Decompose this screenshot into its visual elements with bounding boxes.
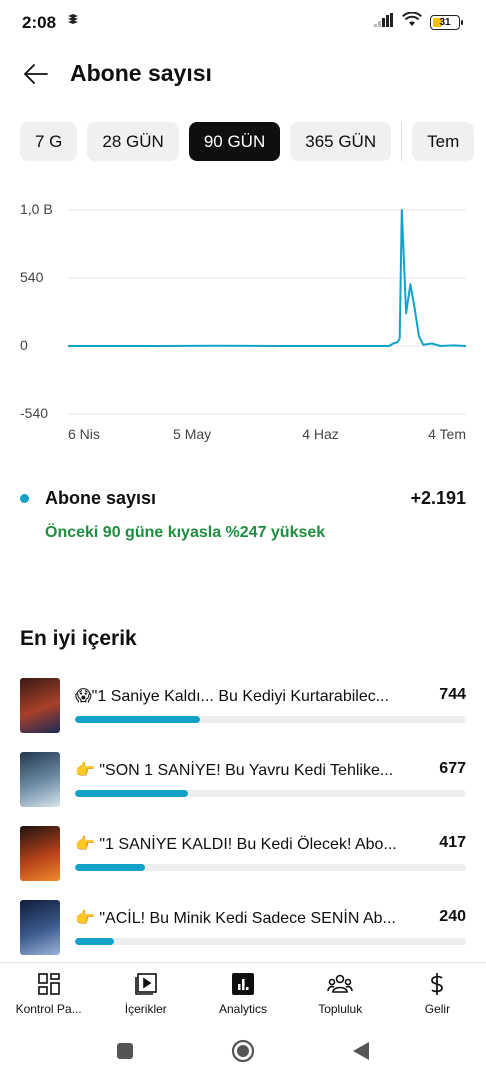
battery-icon: 31 xyxy=(430,14,463,30)
chart-plot xyxy=(68,209,467,415)
date-range-chips: 7 G 28 GÜN 90 GÜN 365 GÜN Tem xyxy=(20,122,475,161)
content-title: 👉 "1 SANİYE KALDI! Bu Kedi Ölecek! Abo..… xyxy=(75,836,397,853)
content-value: 677 xyxy=(439,760,466,777)
home-button[interactable] xyxy=(228,1036,258,1066)
system-navigation xyxy=(0,1022,486,1080)
triangle-back-icon xyxy=(353,1042,369,1060)
content-bar xyxy=(75,716,466,723)
nav-label: Analytics xyxy=(218,1002,268,1016)
content-bar xyxy=(75,864,466,871)
battery-level: 31 xyxy=(439,16,451,28)
nav-analytics[interactable]: Analytics xyxy=(194,963,291,1022)
community-icon xyxy=(327,971,354,997)
back-system-button[interactable] xyxy=(346,1036,376,1066)
content-title: 👉 "ACİL! Bu Minik Kedi Sadece SENİN Ab..… xyxy=(75,910,396,927)
nav-label: Kontrol Pa... xyxy=(15,1002,82,1016)
y-tick-label: 0 xyxy=(20,337,28,353)
status-icons: 31 xyxy=(374,11,463,32)
x-tick-label: 5 May xyxy=(173,426,212,442)
content-bar-fill xyxy=(75,864,146,871)
content-value: 240 xyxy=(439,908,466,925)
video-thumbnail xyxy=(20,826,60,881)
status-bar: 2:08 31 xyxy=(0,0,486,46)
nav-dashboard[interactable]: Kontrol Pa... xyxy=(0,963,97,1022)
chip-28-days[interactable]: 28 GÜN xyxy=(87,122,179,161)
video-thumbnail xyxy=(20,900,60,955)
nav-earn[interactable]: Gelir xyxy=(389,963,486,1022)
nav-community[interactable]: Topluluk xyxy=(292,963,389,1022)
content-icon xyxy=(133,971,159,997)
chip-365-days[interactable]: 365 GÜN xyxy=(290,122,392,161)
content-item[interactable]: 👉 "SON 1 SANİYE! Bu Yavru Kedi Tehlike..… xyxy=(20,752,466,826)
bottom-navigation: Kontrol Pa... İçerikler Analytics Toplul… xyxy=(0,962,486,1022)
chip-divider xyxy=(401,122,403,161)
top-app-bar: Abone sayısı xyxy=(0,52,486,96)
content-item[interactable]: 👉 "1 SANİYE KALDI! Bu Kedi Ölecek! Abo..… xyxy=(20,826,466,900)
chip-month[interactable]: Tem xyxy=(412,122,475,161)
content-bar-fill xyxy=(75,938,115,945)
content-bar xyxy=(75,790,466,797)
x-tick-label: 6 Nis xyxy=(68,426,100,442)
chip-90-days[interactable]: 90 GÜN xyxy=(188,122,281,161)
page-title: Abone sayısı xyxy=(70,60,212,86)
nav-content[interactable]: İçerikler xyxy=(97,963,194,1022)
series-dot xyxy=(20,494,29,503)
x-tick-label: 4 Tem xyxy=(428,426,466,442)
content-bar-fill xyxy=(75,790,189,797)
wifi-icon xyxy=(402,11,422,32)
subscriber-chart: 1,0 B 540 0 -540 6 Nis 5 May 4 Haz 4 Tem xyxy=(0,190,486,450)
earn-icon xyxy=(424,971,450,997)
signal-icon xyxy=(374,12,394,32)
notification-icon xyxy=(67,13,79,28)
top-content-title: En iyi içerik xyxy=(20,627,137,650)
video-thumbnail xyxy=(20,678,60,733)
metric-comparison: Önceki 90 güne kıyasla %247 yüksek xyxy=(45,524,326,541)
top-content-list: 😱"1 Saniye Kaldı... Bu Kediyi Kurtarabil… xyxy=(20,678,466,974)
y-tick-label: 1,0 B xyxy=(20,201,53,217)
square-icon xyxy=(117,1043,133,1059)
video-thumbnail xyxy=(20,752,60,807)
y-tick-label: 540 xyxy=(20,269,44,285)
x-tick-label: 4 Haz xyxy=(302,426,339,442)
back-button[interactable] xyxy=(18,56,54,92)
content-value: 417 xyxy=(439,834,466,851)
content-item[interactable]: 😱"1 Saniye Kaldı... Bu Kediyi Kurtarabil… xyxy=(20,678,466,752)
content-title: 😱"1 Saniye Kaldı... Bu Kediyi Kurtarabil… xyxy=(75,688,390,705)
nav-label: Gelir xyxy=(424,1002,451,1016)
content-bar xyxy=(75,938,466,945)
content-value: 744 xyxy=(439,686,466,703)
status-time: 2:08 xyxy=(22,13,57,32)
y-tick-label: -540 xyxy=(20,405,49,421)
nav-label: İçerikler xyxy=(124,1002,167,1016)
content-title: 👉 "SON 1 SANİYE! Bu Yavru Kedi Tehlike..… xyxy=(75,762,394,779)
back-arrow-icon xyxy=(24,64,48,84)
metric-value: +2.191 xyxy=(410,488,466,508)
analytics-icon xyxy=(230,971,256,997)
circle-icon xyxy=(231,1039,255,1063)
nav-label: Topluluk xyxy=(318,1002,363,1016)
metric-summary: Abone sayısı +2.191 xyxy=(20,486,466,512)
metric-name: Abone sayısı xyxy=(45,488,157,508)
content-bar-fill xyxy=(75,716,201,723)
dashboard-icon xyxy=(36,971,62,997)
recent-apps-button[interactable] xyxy=(110,1036,140,1066)
chip-7-days[interactable]: 7 G xyxy=(20,122,78,161)
